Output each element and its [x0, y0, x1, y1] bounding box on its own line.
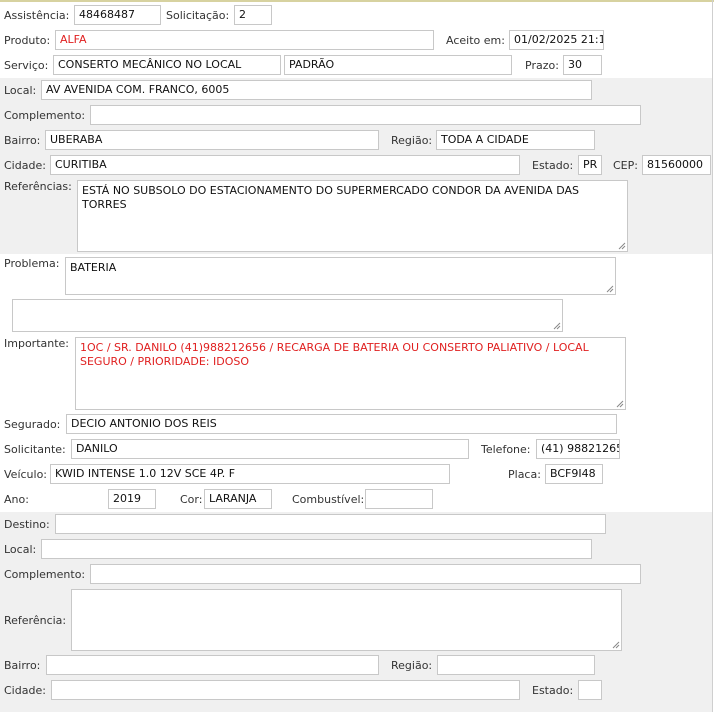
destino-field[interactable] [55, 514, 606, 534]
solicitante-field[interactable]: DANILO [71, 439, 469, 459]
assistencia-label: Assistência: [4, 9, 70, 22]
resize-handle-icon[interactable] [616, 400, 624, 408]
prazo-label: Prazo: [525, 59, 559, 72]
complemento-label: Complemento: [4, 109, 86, 122]
cidade-label: Cidade: [4, 159, 46, 172]
referencias-textarea[interactable]: ESTÁ NO SUBSOLO DO ESTACIONAMENTO DO SUP… [77, 180, 628, 252]
local-field[interactable]: AV AVENIDA COM. FRANCO, 6005 [41, 80, 592, 100]
ano-label: Ano: [4, 493, 29, 506]
aceito-em-field[interactable]: 01/02/2025 21:18 [509, 30, 604, 50]
destino-regiao-label: Região: [391, 659, 433, 672]
destino-referencia-label: Referência: [4, 614, 67, 627]
top-divider [0, 0, 714, 2]
destino-bairro-field[interactable] [46, 655, 379, 675]
veiculo-label: Veículo: [4, 468, 48, 481]
regiao-label: Região: [391, 134, 433, 147]
solicitacao-field[interactable]: 2 [234, 5, 272, 25]
cep-label: CEP: [613, 159, 638, 172]
estado-field[interactable]: PR [578, 155, 602, 175]
destino-local-label: Local: [4, 543, 37, 556]
aceito-em-label: Aceito em: [446, 34, 505, 47]
destino-regiao-field[interactable] [437, 655, 595, 675]
resize-handle-icon[interactable] [553, 322, 561, 330]
servico-tipo-field[interactable]: PADRÃO [284, 55, 512, 75]
cor-field[interactable]: LARANJA [204, 489, 272, 509]
prazo-field[interactable]: 30 [563, 55, 602, 75]
problema-text: BATERIA [70, 261, 117, 274]
segurado-field[interactable]: DECIO ANTONIO DOS REIS [66, 414, 617, 434]
destino-local-field[interactable] [41, 539, 592, 559]
produto-field[interactable]: ALFA [55, 30, 434, 50]
telefone-label: Telefone: [481, 443, 531, 456]
placa-label: Placa: [508, 468, 541, 481]
placa-field[interactable]: BCF9I48 [545, 464, 603, 484]
importante-label: Importante: [4, 337, 70, 350]
complemento-field[interactable] [90, 105, 641, 125]
right-border [712, 0, 713, 712]
problema-textarea[interactable]: BATERIA [65, 257, 616, 295]
ano-field[interactable]: 2019 [108, 489, 156, 509]
resize-handle-icon[interactable] [618, 242, 626, 250]
bairro-field[interactable]: UBERABA [45, 130, 379, 150]
destino-estado-field[interactable] [578, 680, 602, 700]
combustivel-field[interactable] [365, 489, 433, 509]
problema-extra-textarea[interactable] [12, 299, 563, 332]
destino-cidade-label: Cidade: [4, 684, 46, 697]
referencias-text: ESTÁ NO SUBSOLO DO ESTACIONAMENTO DO SUP… [82, 184, 579, 211]
segurado-label: Segurado: [4, 418, 61, 431]
assistencia-field[interactable]: 48468487 [74, 5, 161, 25]
cep-field[interactable]: 81560000 [642, 155, 711, 175]
problema-label: Problema: [4, 257, 60, 270]
destino-cidade-field[interactable] [51, 680, 520, 700]
cidade-field[interactable]: CURITIBA [50, 155, 520, 175]
solicitacao-label: Solicitação: [166, 9, 230, 22]
destino-estado-label: Estado: [532, 684, 574, 697]
resize-handle-icon[interactable] [606, 285, 614, 293]
produto-label: Produto: [4, 34, 51, 47]
destino-label: Destino: [4, 518, 50, 531]
servico-field[interactable]: CONSERTO MECÂNICO NO LOCAL [53, 55, 281, 75]
destino-complemento-field[interactable] [90, 564, 641, 584]
destino-complemento-label: Complemento: [4, 568, 86, 581]
veiculo-field[interactable]: KWID INTENSE 1.0 12V SCE 4P. F [50, 464, 450, 484]
bairro-label: Bairro: [4, 134, 41, 147]
resize-handle-icon[interactable] [612, 641, 620, 649]
cor-label: Cor: [180, 493, 203, 506]
regiao-field[interactable]: TODA A CIDADE [436, 130, 595, 150]
destino-bairro-label: Bairro: [4, 659, 41, 672]
telefone-field[interactable]: (41) 988212656 [536, 439, 620, 459]
solicitante-label: Solicitante: [4, 443, 66, 456]
importante-textarea[interactable]: 1OC / SR. DANILO (41)988212656 / RECARGA… [75, 337, 626, 410]
importante-text: 1OC / SR. DANILO (41)988212656 / RECARGA… [80, 341, 589, 368]
servico-label: Serviço: [4, 59, 49, 72]
combustivel-label: Combustível: [292, 493, 365, 506]
destino-referencia-textarea[interactable] [71, 589, 622, 651]
local-label: Local: [4, 84, 37, 97]
estado-label: Estado: [532, 159, 574, 172]
referencias-label: Referências: [4, 180, 72, 193]
